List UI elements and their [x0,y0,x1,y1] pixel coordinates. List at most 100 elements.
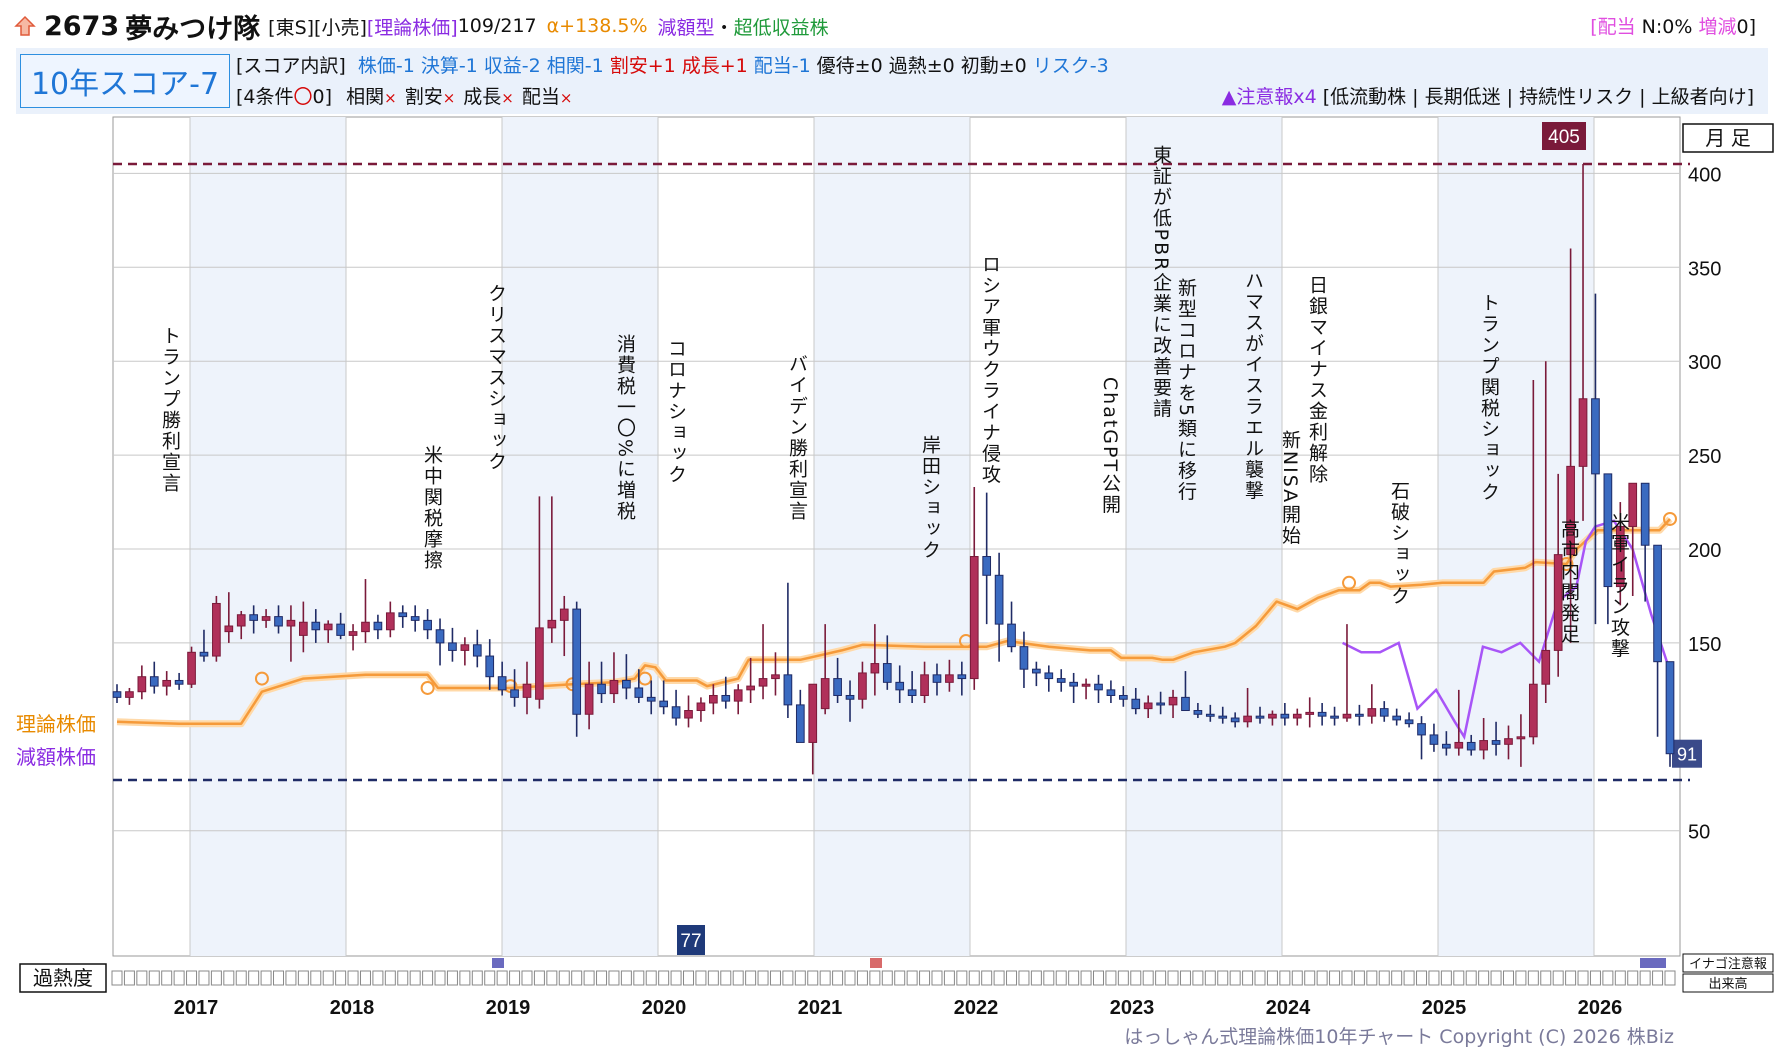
copyright-text: はっしゃん式理論株価10年チャート Copyright (C) 2026 株Bi… [1124,1026,1674,1048]
y-tick-label: 50 [1688,822,1710,844]
period-box: 月 足 [1682,123,1774,153]
candle-body [348,631,358,636]
year-label: 2019 [486,997,531,1019]
heat-cell [894,970,906,986]
event-annotation: 日銀マイナス金利解除 [1306,275,1328,485]
candle-body [795,704,805,743]
heat-cell [273,970,285,986]
heat-cell [993,970,1005,986]
heat-cell [856,970,868,986]
period-label: 月 足 [1705,128,1751,150]
heat-cell [1105,970,1117,986]
candle-body [1317,711,1327,717]
last-price-badge: 91 [1672,739,1702,768]
event-annotation: ハマスがイスラエル襲撃 [1242,271,1264,502]
candle-body [1528,683,1538,738]
candle-body [1640,482,1650,546]
candle-body [1516,736,1526,740]
heat-cell [1130,970,1142,986]
candle-body [1106,689,1116,696]
heat-label: 過熱度 [33,966,93,990]
candle-body [137,676,147,693]
heat-cell [1490,970,1502,986]
candle-body [895,681,905,691]
heat-cell [409,970,421,986]
candle-body [1404,719,1414,725]
candle-body [659,700,669,708]
candle-body [709,694,718,704]
candle-body [1541,649,1551,685]
candle-body [212,602,221,657]
candle-body [1491,740,1501,745]
heat-cell [422,970,434,986]
heat-marker-2019 [492,958,504,968]
candle-body [1156,702,1165,706]
candle-body [969,556,979,680]
candle-body [1305,711,1315,715]
candle-body [1131,698,1141,710]
heat-cell [186,970,198,986]
candle-body [1081,683,1091,687]
heat-cell [1068,970,1080,986]
heat-cell [1167,970,1179,986]
heat-marker-2021 [870,958,882,968]
candle-body [584,683,594,715]
heat-cell [111,970,123,986]
candle-body [609,679,619,695]
heat-cell [1391,970,1403,986]
candle-body [572,608,582,715]
heat-cell [359,970,371,986]
heat-cell [720,970,732,986]
heat-cell [210,970,222,986]
candle-body [808,683,818,743]
candle-body [1330,715,1339,719]
candle-body [1342,713,1352,719]
candle-body [1243,715,1252,723]
heat-cell [608,970,620,986]
candle-body [622,679,631,689]
candle-body [920,674,929,696]
heat-cell [1428,970,1440,986]
year-band [814,117,970,956]
candle-body [1007,623,1016,648]
heat-cell [446,970,458,986]
heat-cell [1639,970,1651,986]
event-annotation: 米中関税摩擦 [421,445,443,571]
candle-body [274,616,283,627]
candle-body [448,642,457,651]
heat-cell [1664,970,1676,986]
heat-cell [1142,970,1154,986]
year-band [502,117,658,956]
heat-cell [521,970,533,986]
candle-body [249,614,259,621]
candle-body [746,685,755,691]
event-annotation: 石破ショック [1388,481,1410,607]
candle-body [460,644,470,651]
heat-cell [322,970,334,986]
candle-body [224,625,234,633]
heat-cell [384,970,396,986]
heat-cell [1242,970,1254,986]
heat-cell [919,970,931,986]
heat-cell [1540,970,1552,986]
heat-cell [757,970,769,986]
heat-cell [235,970,247,986]
event-annotation: バイデン勝利宣言 [786,354,808,522]
candle-body [373,621,383,631]
candle-body [646,696,656,702]
candle-body [820,678,830,710]
year-label: 2017 [174,997,219,1019]
heat-cell [683,970,695,986]
candle-body [1168,696,1178,706]
candle-body [1181,696,1190,712]
candle-body [1479,740,1488,751]
legend-theory-price: 理論株価 [16,712,96,736]
y-tick-label: 250 [1688,446,1721,468]
inago-box: イナゴ注意報 [1682,953,1774,973]
candle-body [1454,741,1464,749]
heat-cell [968,970,980,986]
candle-body [957,674,967,680]
candle-body [311,621,321,631]
candle-body [870,663,880,674]
heat-cell [1353,970,1365,986]
